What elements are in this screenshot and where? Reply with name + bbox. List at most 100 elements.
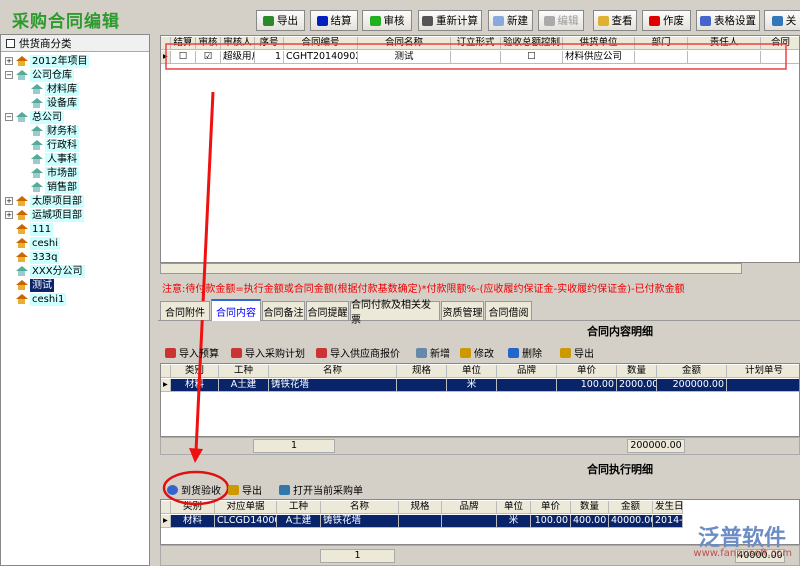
tree-item[interactable]: 财务科 bbox=[31, 124, 79, 138]
column-header[interactable]: 单位 bbox=[497, 501, 531, 514]
calculator-icon bbox=[422, 15, 433, 26]
toolbar-button-3[interactable]: 重新计算 bbox=[418, 10, 482, 31]
toolbar-button-0[interactable]: 导出 bbox=[256, 10, 305, 31]
toolbar-button-4[interactable]: 修改 bbox=[460, 345, 494, 360]
grid-header: 类别 对应单据 工种 名称 规格 品牌 单位 单价 数量 金额 发生日 bbox=[161, 501, 683, 514]
column-header[interactable]: 规格 bbox=[399, 501, 442, 514]
toolbar-button-0[interactable]: 导入预算 bbox=[165, 345, 219, 360]
tab-4[interactable]: 合同付款及相关发票 bbox=[350, 300, 440, 326]
toolbar-button-9[interactable]: 关 bbox=[764, 10, 800, 31]
table-row[interactable]: ▸材料CLCGD140000026A土建铸铁花墙 米100.00400.00400… bbox=[161, 515, 683, 528]
toolbar-button-6[interactable]: 查看 bbox=[593, 10, 637, 31]
column-header[interactable]: 规格 bbox=[397, 365, 447, 378]
column-header[interactable]: 序号 bbox=[255, 37, 284, 50]
toolbar-button-1[interactable]: 导出 bbox=[228, 482, 262, 497]
expand-toggle-icon[interactable]: − bbox=[5, 71, 13, 79]
checkbox[interactable] bbox=[6, 38, 15, 48]
tab-6[interactable]: 合同借阅 bbox=[485, 301, 532, 320]
column-header[interactable]: 合同编号 bbox=[284, 37, 358, 50]
column-header[interactable]: 合同名称 bbox=[358, 37, 451, 50]
column-header[interactable]: 类别 bbox=[171, 365, 219, 378]
expand-toggle-icon[interactable]: + bbox=[5, 57, 13, 65]
expand-toggle-icon[interactable]: − bbox=[5, 113, 13, 121]
column-header[interactable]: 计划单号 bbox=[727, 365, 799, 378]
toolbar-button-6[interactable]: 导出 bbox=[560, 345, 594, 360]
tab-2[interactable]: 合同备注 bbox=[262, 301, 305, 320]
toolbar-icon bbox=[167, 484, 178, 495]
column-header[interactable]: 部门 bbox=[635, 37, 688, 50]
table-row[interactable]: ▸材料A土建铸铁花墙米100.002000.00200000.00原始合 bbox=[161, 379, 799, 392]
column-header[interactable]: 数量 bbox=[571, 501, 609, 514]
column-header[interactable]: 对应单据 bbox=[215, 501, 277, 514]
tab-5[interactable]: 资质管理 bbox=[441, 301, 484, 320]
house-icon bbox=[16, 56, 28, 66]
column-header[interactable]: 工种 bbox=[219, 365, 269, 378]
tree-item[interactable]: − 总公司 bbox=[5, 110, 64, 124]
column-header[interactable]: 审核 bbox=[196, 37, 221, 50]
tab-3[interactable]: 合同提醒 bbox=[306, 301, 349, 320]
toolbar-button-1[interactable]: 结算 bbox=[310, 10, 358, 31]
tree-item[interactable]: 人事科 bbox=[31, 152, 79, 166]
tree-item[interactable]: 111 bbox=[5, 222, 54, 236]
toolbar-button-4[interactable]: 新建 bbox=[488, 10, 533, 31]
column-header[interactable]: 单价 bbox=[557, 365, 617, 378]
horizontal-scrollbar[interactable] bbox=[160, 263, 742, 274]
table-cell: 材料 bbox=[171, 379, 219, 392]
column-header[interactable]: 名称 bbox=[321, 501, 399, 514]
tree-item[interactable]: + 太原项目部 bbox=[5, 194, 84, 208]
row-indicator-header bbox=[161, 37, 171, 50]
toolbar-button-3[interactable]: 新增 bbox=[416, 345, 450, 360]
tree-item[interactable]: ceshi bbox=[5, 236, 60, 250]
toolbar-button-8[interactable]: 表格设置 bbox=[696, 10, 760, 31]
toolbar-button-1[interactable]: 导入采购计划 bbox=[231, 345, 305, 360]
content-section-title: 合同内容明细 bbox=[587, 325, 653, 338]
tree-item[interactable]: 测试 bbox=[5, 278, 54, 292]
tab-0[interactable]: 合同附件 bbox=[160, 301, 210, 320]
toolbar-button-0[interactable]: 到货验收 bbox=[167, 482, 221, 497]
column-header[interactable]: 单位 bbox=[447, 365, 497, 378]
toolbar-button-label: 新建 bbox=[507, 15, 528, 27]
toolbar-button-2[interactable]: 审核 bbox=[362, 10, 412, 31]
table-row[interactable]: ▸☐☑超级用户1CGHT2014090201测试☐材料供应公司 bbox=[161, 51, 799, 64]
tree-item[interactable]: 材料库 bbox=[31, 82, 79, 96]
column-header[interactable]: 名称 bbox=[269, 365, 397, 378]
tree-item[interactable]: + 运城项目部 bbox=[5, 208, 84, 222]
tree-item[interactable]: 销售部 bbox=[31, 180, 79, 194]
tree-item[interactable]: XXX分公司 bbox=[5, 264, 85, 278]
toolbar-button-7[interactable]: 作废 bbox=[642, 10, 691, 31]
column-header[interactable]: 审核人 bbox=[221, 37, 255, 50]
column-header[interactable]: 结算 bbox=[171, 37, 196, 50]
supplier-category-toggle[interactable]: 供货商分类 bbox=[1, 35, 149, 52]
column-header[interactable]: 供货单位 bbox=[563, 37, 635, 50]
column-header[interactable]: 品牌 bbox=[497, 365, 557, 378]
column-header[interactable]: 工种 bbox=[277, 501, 321, 514]
tree-item[interactable]: +2012年项目 bbox=[5, 54, 90, 68]
column-header[interactable]: 类别 bbox=[171, 501, 215, 514]
column-header[interactable]: 金额 bbox=[609, 501, 653, 514]
toolbar-button-label: 修改 bbox=[474, 349, 494, 360]
tree-item[interactable]: − 公司仓库 bbox=[5, 68, 74, 82]
expand-toggle-icon[interactable]: + bbox=[5, 197, 13, 205]
toolbar-button-5[interactable]: 编辑 bbox=[538, 10, 584, 31]
toolbar-button-2[interactable]: 导入供应商报价 bbox=[316, 345, 400, 360]
column-header[interactable]: 责任人 bbox=[688, 37, 761, 50]
column-header[interactable]: 品牌 bbox=[442, 501, 497, 514]
tree-item-label: 销售部 bbox=[45, 180, 79, 194]
tree-item[interactable]: 333q bbox=[5, 250, 60, 264]
tab-1[interactable]: 合同内容 bbox=[211, 299, 261, 321]
column-header[interactable]: 合同 bbox=[761, 37, 799, 50]
column-header[interactable]: 数量 bbox=[617, 365, 657, 378]
toolbar-button-2[interactable]: 打开当前采购单 bbox=[279, 482, 363, 497]
column-header[interactable]: 单价 bbox=[531, 501, 571, 514]
toolbar-button-5[interactable]: 删除 bbox=[508, 345, 542, 360]
column-header[interactable]: 验收总额控制 bbox=[501, 37, 563, 50]
tree-item[interactable]: 市场部 bbox=[31, 166, 79, 180]
column-header[interactable]: 发生日 bbox=[653, 501, 683, 514]
tree-item[interactable]: ceshi1 bbox=[5, 292, 67, 306]
column-header[interactable]: 订立形式 bbox=[451, 37, 501, 50]
splitter[interactable] bbox=[150, 34, 158, 566]
expand-toggle-icon[interactable]: + bbox=[5, 211, 13, 219]
tree-item[interactable]: 设备库 bbox=[31, 96, 79, 110]
tree-item[interactable]: 行政科 bbox=[31, 138, 79, 152]
column-header[interactable]: 金额 bbox=[657, 365, 727, 378]
